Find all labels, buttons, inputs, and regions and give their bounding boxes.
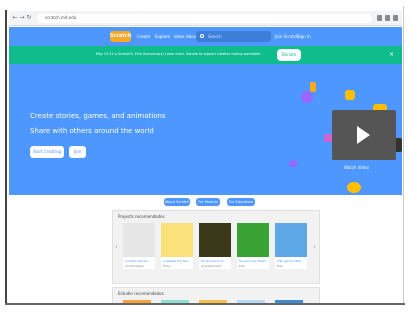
frame-edge-left — [5, 10, 7, 305]
search-input[interactable]: Search — [196, 31, 271, 42]
hero-subtitle: Share with others around the world — [30, 127, 154, 135]
search-placeholder: Search — [208, 34, 222, 39]
reload-icon[interactable]: ↻ — [26, 15, 32, 21]
search-icon — [200, 34, 204, 38]
project-title[interactable]: TILT game (WIP) — [277, 259, 307, 263]
project-thumbnail[interactable] — [237, 223, 269, 257]
studio-thumbnail[interactable] — [161, 300, 189, 303]
watch-video-label[interactable]: Watch Video — [344, 165, 369, 170]
sprite-decoration — [347, 182, 361, 193]
profile-icon[interactable] — [385, 15, 390, 21]
project-card[interactable]: TILT game (WIP) Ella — [275, 223, 307, 269]
project-title[interactable]: Scratch Cat Milam — [239, 259, 269, 263]
donate-button[interactable]: Donate — [277, 49, 301, 61]
start-creating-button[interactable]: Start Creating — [30, 146, 64, 158]
join-link[interactable]: Join Scratch — [275, 34, 299, 39]
project-author[interactable]: grobbelers25 — [201, 264, 231, 268]
project-card[interactable]: A Wabbit Fer Ma... Hitsu — [161, 223, 193, 269]
frame-edge-right — [403, 6, 404, 304]
hero-section: Create stories, games, and animations Sh… — [9, 64, 402, 195]
studio-thumbnail[interactable] — [275, 300, 303, 303]
project-author[interactable]: Ella — [239, 264, 269, 268]
scratch-logo[interactable]: Scratch — [110, 31, 131, 42]
for-educators-button[interactable]: For Educators — [227, 198, 255, 206]
screenshot-frame: ← → ↻ scratch.mit.edu Scratch Create Exp… — [0, 0, 411, 319]
project-card[interactable]: Scratch Cat Milam Ella — [237, 223, 269, 269]
nav-explore[interactable]: Explore — [155, 34, 170, 39]
back-icon[interactable]: ← — [12, 15, 18, 21]
announcement-banner: May 15-31 is Scratch's 15th Anniversary!… — [9, 46, 402, 64]
join-button[interactable]: Join — [69, 146, 86, 158]
nav-ideas[interactable]: Ideas — [174, 34, 185, 39]
for-parents-button[interactable]: For Parents — [196, 198, 220, 206]
close-icon[interactable]: × — [389, 51, 394, 58]
browser-window: ← → ↻ scratch.mit.edu Scratch Create Exp… — [9, 11, 402, 303]
studio-thumbnail[interactable] — [199, 300, 227, 303]
menu-icon[interactable] — [393, 15, 398, 21]
project-thumbnail[interactable] — [199, 223, 231, 257]
project-author[interactable]: Ella — [277, 264, 307, 268]
project-title[interactable]: Conflict Games — [125, 259, 155, 263]
signin-link[interactable]: Sign in — [297, 34, 311, 39]
project-title[interactable]: Dixie Dream Cl... — [201, 259, 231, 263]
project-title[interactable]: A Wabbit Fer Ma... — [163, 259, 193, 263]
forward-icon[interactable]: → — [19, 15, 25, 21]
project-author[interactable]: Scratchteam — [125, 264, 155, 268]
chevron-right-icon[interactable]: › — [313, 243, 316, 251]
featured-projects-section: Projects recomendados ‹ Conflict Games S… — [112, 210, 320, 284]
address-bar[interactable]: scratch.mit.edu — [37, 14, 372, 23]
sprite-decoration — [345, 90, 355, 100]
project-thumbnail[interactable] — [275, 223, 307, 257]
intro-video[interactable] — [332, 110, 396, 160]
about-scratch-button[interactable]: About Scratch — [164, 198, 190, 206]
project-card[interactable]: Dixie Dream Cl... grobbelers25 — [199, 223, 231, 269]
section-heading: Estudio recomendados — [118, 291, 164, 296]
frame-edge-bottom — [5, 303, 405, 305]
play-icon[interactable] — [357, 126, 370, 144]
browser-toolbar: ← → ↻ scratch.mit.edu — [9, 11, 402, 26]
sprite-decoration — [289, 160, 297, 167]
extensions-icon[interactable] — [377, 15, 382, 21]
chevron-left-icon[interactable]: ‹ — [115, 243, 118, 251]
nav-create[interactable]: Create — [137, 34, 150, 39]
project-author[interactable]: Hitsu — [163, 264, 193, 268]
sprite-decoration — [301, 91, 313, 103]
section-heading: Projects recomendados — [118, 214, 165, 219]
hero-title: Create stories, games, and animations — [30, 112, 166, 120]
studio-thumbnail[interactable] — [123, 300, 151, 303]
project-thumbnail[interactable] — [123, 223, 155, 257]
featured-studios-section: Estudio recomendados — [112, 287, 320, 303]
project-card[interactable]: Conflict Games Scratchteam — [123, 223, 155, 269]
brush-decoration — [310, 82, 316, 92]
project-thumbnail[interactable] — [161, 223, 193, 257]
studio-thumbnail[interactable] — [237, 300, 265, 303]
banner-text: May 15-31 is Scratch's 15th Anniversary!… — [96, 52, 262, 56]
site-header: Scratch Create Explore Ideas About Searc… — [9, 27, 402, 46]
url-text: scratch.mit.edu — [45, 15, 77, 20]
